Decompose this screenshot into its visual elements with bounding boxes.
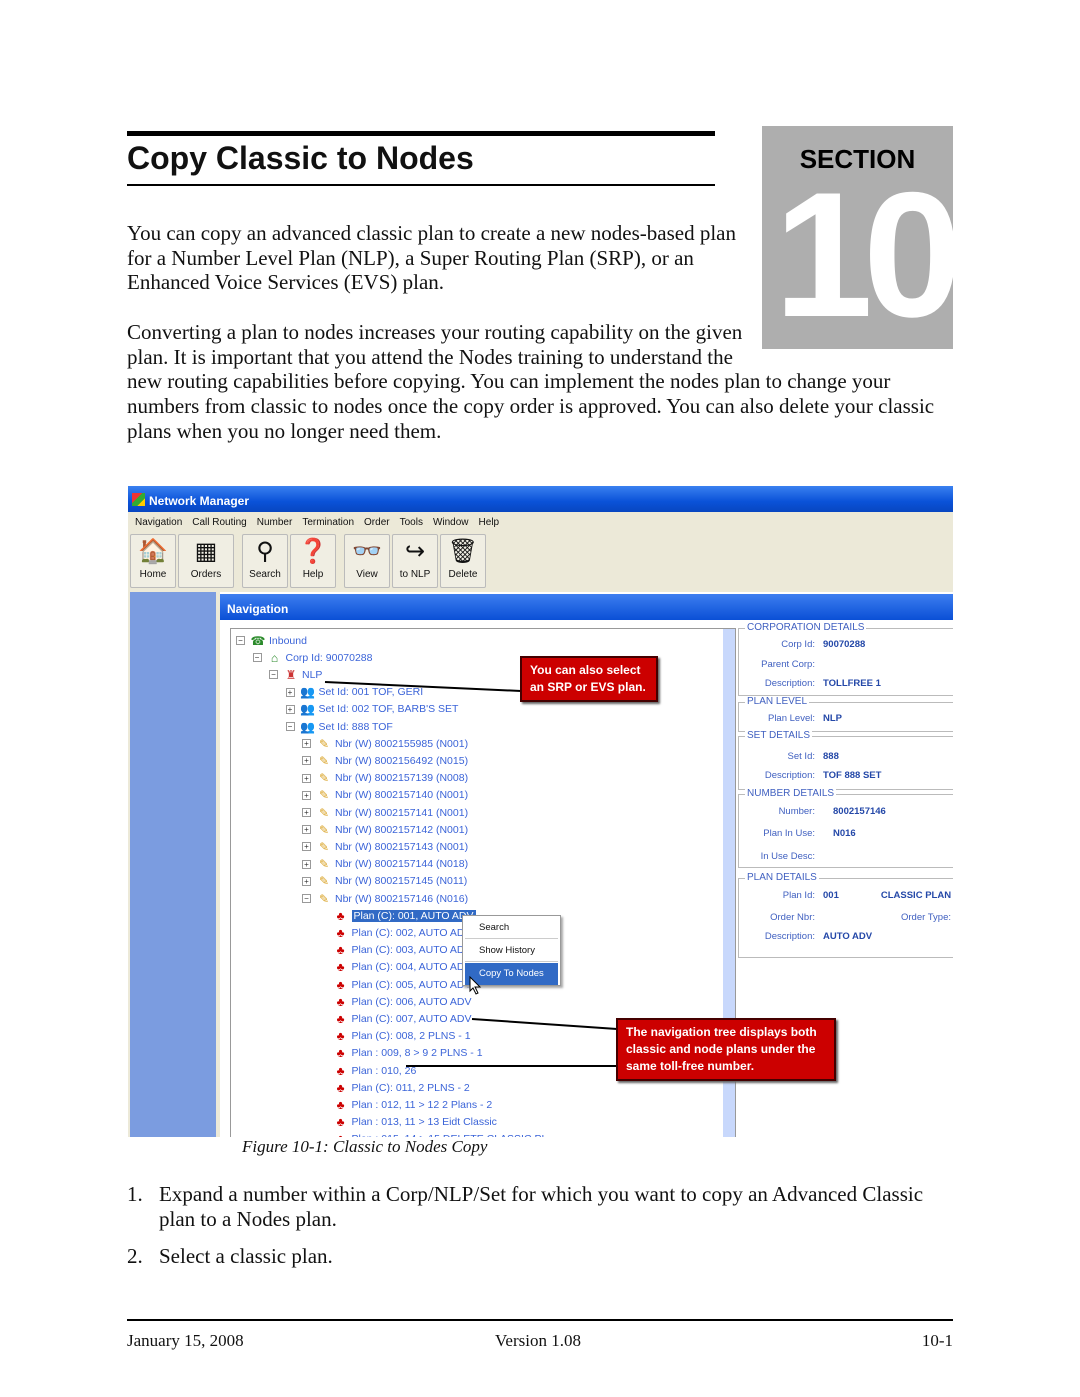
footer-page: 10-1 <box>921 1331 953 1350</box>
section-badge: SECTION 10 <box>762 126 953 349</box>
network-manager-screenshot: Network Manager Navigation Call Routing Nu… <box>128 486 953 1137</box>
paragraph-line: plan. It is important that you attend th… <box>127 344 733 369</box>
step-number: 2. <box>127 1244 143 1268</box>
paragraph-line: new routing capabilities before copying.… <box>127 369 891 394</box>
section-number: 10 <box>774 155 953 349</box>
paragraph-line: Converting a plan to nodes increases you… <box>127 320 743 344</box>
footer-date: January 15, 2008 <box>127 1331 244 1350</box>
step-number: 1. <box>127 1182 143 1206</box>
step-text: Select a classic plan. <box>159 1244 333 1268</box>
intro-paragraph: You can copy an advanced classic plan to… <box>127 221 736 295</box>
footer-rule <box>127 1319 953 1321</box>
title-underline <box>127 184 715 186</box>
callout-navigation-tree: The navigation tree displays both classi… <box>616 1018 836 1081</box>
title-rule <box>127 131 715 136</box>
callout-srp-evs: You can also select an SRP or EVS plan. <box>520 656 658 702</box>
page-title: Copy Classic to Nodes <box>127 140 474 176</box>
paragraph-line: plans when you no longer need them. <box>127 418 442 443</box>
figure-caption: Figure 10-1: Classic to Nodes Copy <box>242 1137 488 1156</box>
converting-paragraph: Converting a plan to nodes increases you… <box>127 320 957 444</box>
footer-version: Version 1.08 <box>495 1331 581 1350</box>
paragraph-line: numbers from classic to nodes once the c… <box>127 394 935 419</box>
step-text: Expand a number within a Corp/NLP/Set fo… <box>159 1182 924 1231</box>
